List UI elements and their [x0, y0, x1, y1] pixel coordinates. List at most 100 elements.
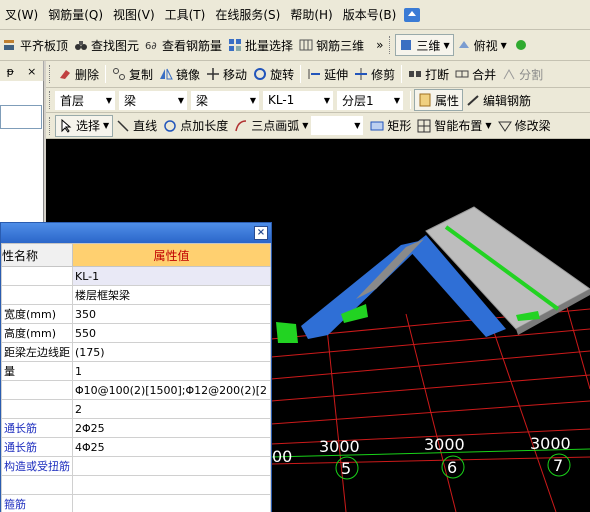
property-value[interactable]: 2Φ25	[72, 418, 271, 438]
pin-icon[interactable]: ᵽ	[7, 65, 14, 78]
toolbar-grip	[49, 65, 52, 83]
table-row[interactable]: 宽度(mm) 350	[1, 304, 271, 324]
floor-select[interactable]: 首层 ▼	[55, 90, 115, 110]
property-value[interactable]: 550	[72, 323, 271, 343]
menu-view[interactable]: 视图(V)	[108, 4, 160, 26]
toolbar-grip	[49, 91, 52, 109]
copy-label: 复制	[129, 67, 154, 82]
separator	[300, 65, 302, 83]
menu-rebar-quantity[interactable]: 钢筋量(Q)	[43, 4, 108, 26]
dimension-label: 3000	[319, 437, 360, 456]
menu-help[interactable]: 帮助(H)	[285, 4, 337, 26]
property-value[interactable]	[72, 475, 271, 495]
property-value[interactable]: Φ10@100(2)[1500];Φ12@200(2)[2	[72, 380, 271, 400]
update-icon[interactable]	[403, 6, 421, 24]
close-icon[interactable]: ×	[27, 65, 36, 78]
three-point-arc-label: 三点画弧	[251, 119, 300, 133]
property-value[interactable]: 2	[72, 399, 271, 419]
point-length-label: 点加长度	[180, 119, 229, 133]
trim-button[interactable]: 修剪	[351, 63, 398, 85]
select-button[interactable]: 选择 ▼	[55, 114, 114, 137]
table-row[interactable]: 楼层框架梁	[1, 285, 271, 305]
modify-beam-button[interactable]: 修改梁	[495, 115, 554, 137]
menu-version[interactable]: 版本号(B)	[338, 4, 402, 26]
properties-label: 属性	[435, 93, 460, 108]
find-element-button[interactable]: 查找图元	[71, 34, 142, 56]
property-value[interactable]	[72, 456, 271, 476]
property-value[interactable]: 1	[72, 361, 271, 381]
extend-button[interactable]: 延伸	[304, 63, 351, 85]
pencil-icon	[467, 95, 479, 106]
property-name: 构造或受扭筋	[1, 456, 73, 476]
menu-online-service[interactable]: 在线服务(S)	[210, 4, 285, 26]
grid-axis-number: 7	[553, 456, 563, 475]
table-row[interactable]: KL-1	[1, 266, 271, 286]
rebar-3d-label: 钢筋三维	[316, 38, 365, 53]
type-select[interactable]: 梁 ▼	[119, 90, 187, 110]
property-value[interactable]: 350	[72, 304, 271, 324]
line-label: 直线	[133, 119, 158, 133]
modify-beam-icon	[497, 121, 512, 132]
batch-select-button[interactable]: 批量选择	[225, 34, 296, 56]
delete-button[interactable]: 删除	[55, 63, 102, 85]
copy-icon	[113, 68, 126, 80]
view-rebar-quantity-button[interactable]: 6∂ 查看钢筋量	[142, 34, 225, 56]
table-row[interactable]: Φ10@100(2)[1500];Φ12@200(2)[2	[1, 380, 271, 400]
rotate-button[interactable]: 旋转	[250, 63, 297, 85]
property-value[interactable]: 楼层框架梁	[72, 285, 271, 305]
table-row[interactable]: 量 1	[1, 361, 271, 381]
smart-layout-label: 智能布置	[434, 119, 483, 133]
smart-layout-button[interactable]: 智能布置 ▼	[414, 115, 494, 137]
table-row[interactable]: 通长筋 2Φ25	[1, 418, 271, 438]
subtype-select[interactable]: 梁 ▼	[191, 90, 259, 110]
menu-window[interactable]: 叉(W)	[0, 4, 43, 26]
menu-tools[interactable]: 工具(T)	[160, 4, 211, 26]
property-value[interactable]: 4Φ25	[72, 437, 271, 457]
point-length-button[interactable]: 点加长度	[160, 115, 231, 137]
view-3d-dropdown[interactable]: 三维 ▼	[395, 34, 454, 56]
cube-icon	[401, 40, 412, 50]
left-dimension: 00	[272, 447, 292, 466]
line-button[interactable]: 直线	[113, 115, 160, 137]
table-row[interactable]: 构造或受扭筋	[1, 456, 271, 476]
dynamic-observe-icon[interactable]	[514, 38, 528, 52]
properties-icon	[419, 93, 431, 107]
flush-slab-top-button[interactable]: 平齐板顶	[0, 34, 71, 56]
property-name: 箍筋	[1, 494, 73, 512]
element-selector-toolbar: 首层 ▼ 梁 ▼ 梁 ▼ KL-1 ▼ 分层1 ▼ 属性 编辑钢筋	[46, 88, 590, 113]
three-point-arc-button[interactable]: 三点画弧 ▼	[231, 115, 311, 137]
split-button[interactable]: 分割	[499, 63, 546, 85]
properties-title-bar[interactable]: ×	[1, 223, 271, 243]
copy-button[interactable]: 复制	[109, 63, 156, 85]
layer-select[interactable]: 分层1 ▼	[337, 90, 403, 110]
rectangle-icon	[370, 121, 384, 130]
table-row[interactable]: 2	[1, 399, 271, 419]
properties-button[interactable]: 属性	[414, 89, 464, 111]
table-row[interactable]: 通长筋 4Φ25	[1, 437, 271, 457]
table-row[interactable]: 箍筋	[1, 494, 271, 512]
top-view-dropdown[interactable]: 俯视 ▼	[454, 34, 510, 56]
mirror-button[interactable]: 镜像	[156, 63, 203, 85]
arc-option-select[interactable]: ▼	[311, 116, 364, 135]
property-value[interactable]: KL-1	[72, 266, 271, 286]
edit-rebar-button[interactable]: 编辑钢筋	[463, 89, 534, 111]
layer-select-value: 分层1	[342, 93, 374, 108]
table-row[interactable]: 高度(mm) 550	[1, 323, 271, 343]
trim-label: 修剪	[371, 67, 396, 82]
break-button[interactable]: 打断	[405, 63, 452, 85]
rectangle-button[interactable]: 矩形	[367, 115, 414, 137]
property-name: 宽度(mm)	[1, 304, 73, 324]
rebar-3d-button[interactable]: 钢筋三维	[296, 34, 367, 56]
left-search-input[interactable]	[0, 105, 42, 129]
element-select[interactable]: KL-1 ▼	[263, 90, 333, 110]
trim-icon	[355, 68, 368, 80]
property-value[interactable]	[72, 494, 271, 512]
property-value[interactable]: (175)	[72, 342, 271, 362]
move-button[interactable]: 移动	[203, 63, 250, 85]
merge-button[interactable]: 合并	[452, 63, 499, 85]
table-row[interactable]	[1, 475, 271, 495]
close-icon[interactable]: ×	[254, 226, 268, 240]
toolbar-overflow-chevron[interactable]: »	[373, 34, 386, 56]
table-row[interactable]: 距梁左边线距 (175)	[1, 342, 271, 362]
property-name: 高度(mm)	[1, 323, 73, 343]
